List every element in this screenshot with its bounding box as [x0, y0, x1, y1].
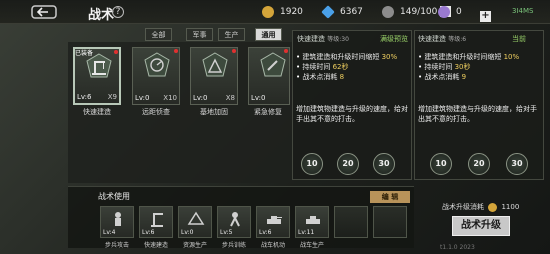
tank-production-emblem-icon	[306, 216, 320, 224]
equipped-tag: 已装备	[75, 50, 94, 57]
diamond-icon	[321, 4, 335, 19]
radar-emblem-icon	[144, 52, 170, 77]
slot-name: 资源生产	[182, 242, 207, 249]
population-icon	[382, 5, 394, 18]
add-currency-button[interactable]: +	[480, 6, 491, 25]
loadout-slot-empty[interactable]	[334, 206, 368, 238]
card-name: 基地加固	[200, 108, 228, 116]
slot-name: 战车机动	[260, 242, 285, 249]
card-level: Lv:6	[77, 93, 92, 101]
card-level: Lv:0	[193, 94, 208, 102]
tab-military[interactable]: 军事	[186, 28, 213, 41]
drill-emblem-icon	[187, 211, 205, 225]
level-badge-20[interactable]: 20	[337, 153, 359, 175]
honor-resource: 0	[438, 4, 462, 20]
slot-name: 快速建造	[143, 242, 168, 249]
card-name: 紧急修复	[254, 108, 282, 116]
tactic-card-repair[interactable]: Lv:0	[248, 47, 290, 105]
effect-row: • 持续时间 30秒	[418, 63, 471, 71]
slot-name: 步兵攻击	[104, 242, 129, 249]
effect-row: • 建筑建造和升级时间缩短 30%	[296, 53, 398, 61]
level-badge-10[interactable]: 10	[430, 153, 452, 175]
system-status: 3I4MS	[512, 7, 534, 15]
notification-dot	[114, 50, 118, 54]
repair-emblem-icon	[260, 52, 286, 77]
back-arrow-icon	[31, 5, 57, 19]
level-badge-10[interactable]: 10	[301, 153, 323, 175]
gold-value: 1920	[280, 7, 303, 17]
tab-all[interactable]: 全部	[145, 28, 172, 41]
soldier-emblem-icon	[115, 212, 121, 226]
detail-effects: • 建筑建造和升级时间缩短 30% • 持续时间 62秒 • 战术点消耗 8	[296, 52, 412, 82]
tab-general[interactable]: 通用	[255, 28, 282, 41]
loadout-title: 战术使用	[98, 192, 130, 201]
diamond-value: 6367	[340, 7, 363, 17]
detail-description: 增加建筑物建造与升级的速度，给对手出其不意的打击。	[296, 105, 408, 123]
footer-text: t1.1.0 2023	[440, 244, 475, 251]
honor-icon	[438, 5, 450, 18]
infantry-emblem-icon	[230, 212, 240, 227]
help-button[interactable]: ?	[112, 6, 124, 18]
diamond-resource: 6367	[321, 4, 363, 20]
page-title: 战术	[88, 8, 115, 23]
tactic-card-fortify[interactable]: Lv:0 X8	[190, 47, 238, 105]
card-count: X9	[107, 93, 117, 101]
detail-heading: 快速建造 等级:30	[297, 35, 349, 43]
upgrade-button[interactable]: 战术升级	[452, 216, 510, 236]
gold-coin-icon	[488, 202, 498, 212]
level-badge-30[interactable]: 30	[373, 153, 395, 175]
detail-status: 当前	[512, 35, 526, 43]
notification-dot	[232, 49, 236, 53]
population-value: 149/100	[400, 7, 438, 17]
level-badge-30[interactable]: 30	[506, 153, 528, 175]
notification-dot	[284, 49, 288, 53]
loadout-slot[interactable]: Lv:11	[295, 206, 329, 238]
level-badge-20[interactable]: 20	[468, 153, 490, 175]
detail-effects: • 建筑建造和升级时间缩短 10% • 持续时间 30秒 • 战术点消耗 9	[418, 52, 542, 82]
effect-row: • 战术点消耗 9	[418, 73, 467, 81]
gold-resource: 1920	[262, 4, 303, 20]
loadout-slot[interactable]: Lv:0	[178, 206, 212, 238]
crane-emblem-icon	[151, 213, 163, 227]
detail-description: 增加建筑物建造与升级的速度，给对手出其不意的打击。	[418, 105, 537, 123]
slot-name: 步兵训练	[221, 242, 246, 249]
card-level: Lv:0	[251, 94, 266, 102]
card-name: 快速建造	[83, 108, 111, 116]
loadout-slot[interactable]: Lv:6	[256, 206, 290, 238]
edit-button[interactable]: 编 辑	[370, 191, 410, 203]
effect-row: • 建筑建造和升级时间缩短 10%	[418, 53, 520, 61]
effect-row: • 战术点消耗 8	[296, 73, 345, 81]
detail-heading: 快速建造 等级:6	[418, 35, 467, 43]
card-count: X8	[225, 94, 235, 102]
loadout-slot[interactable]: Lv:6	[139, 206, 173, 238]
gold-coin-icon	[262, 5, 274, 18]
loadout-slot[interactable]: Lv:4	[100, 206, 134, 238]
effect-row: • 持续时间 62秒	[296, 63, 349, 71]
loadout-slot[interactable]: Lv:5	[217, 206, 251, 238]
card-name: 远距侦查	[142, 108, 170, 116]
fortify-emblem-icon	[202, 52, 228, 77]
tab-production[interactable]: 生产	[218, 28, 245, 41]
slot-name: 战车生产	[299, 242, 324, 249]
loadout-slot-empty[interactable]	[373, 206, 407, 238]
upgrade-cost-value: 1100	[501, 203, 520, 211]
tank-emblem-icon	[267, 216, 282, 224]
card-level: Lv:0	[135, 94, 150, 102]
detail-status: 满级预览	[380, 35, 408, 43]
tactic-card-recon[interactable]: Lv:0 X10	[132, 47, 180, 105]
card-count: X10	[163, 94, 177, 102]
upgrade-cost: 战术升级消耗 1100	[442, 202, 520, 212]
back-button[interactable]	[30, 3, 60, 21]
notification-dot	[174, 49, 178, 53]
honor-value: 0	[456, 7, 462, 17]
